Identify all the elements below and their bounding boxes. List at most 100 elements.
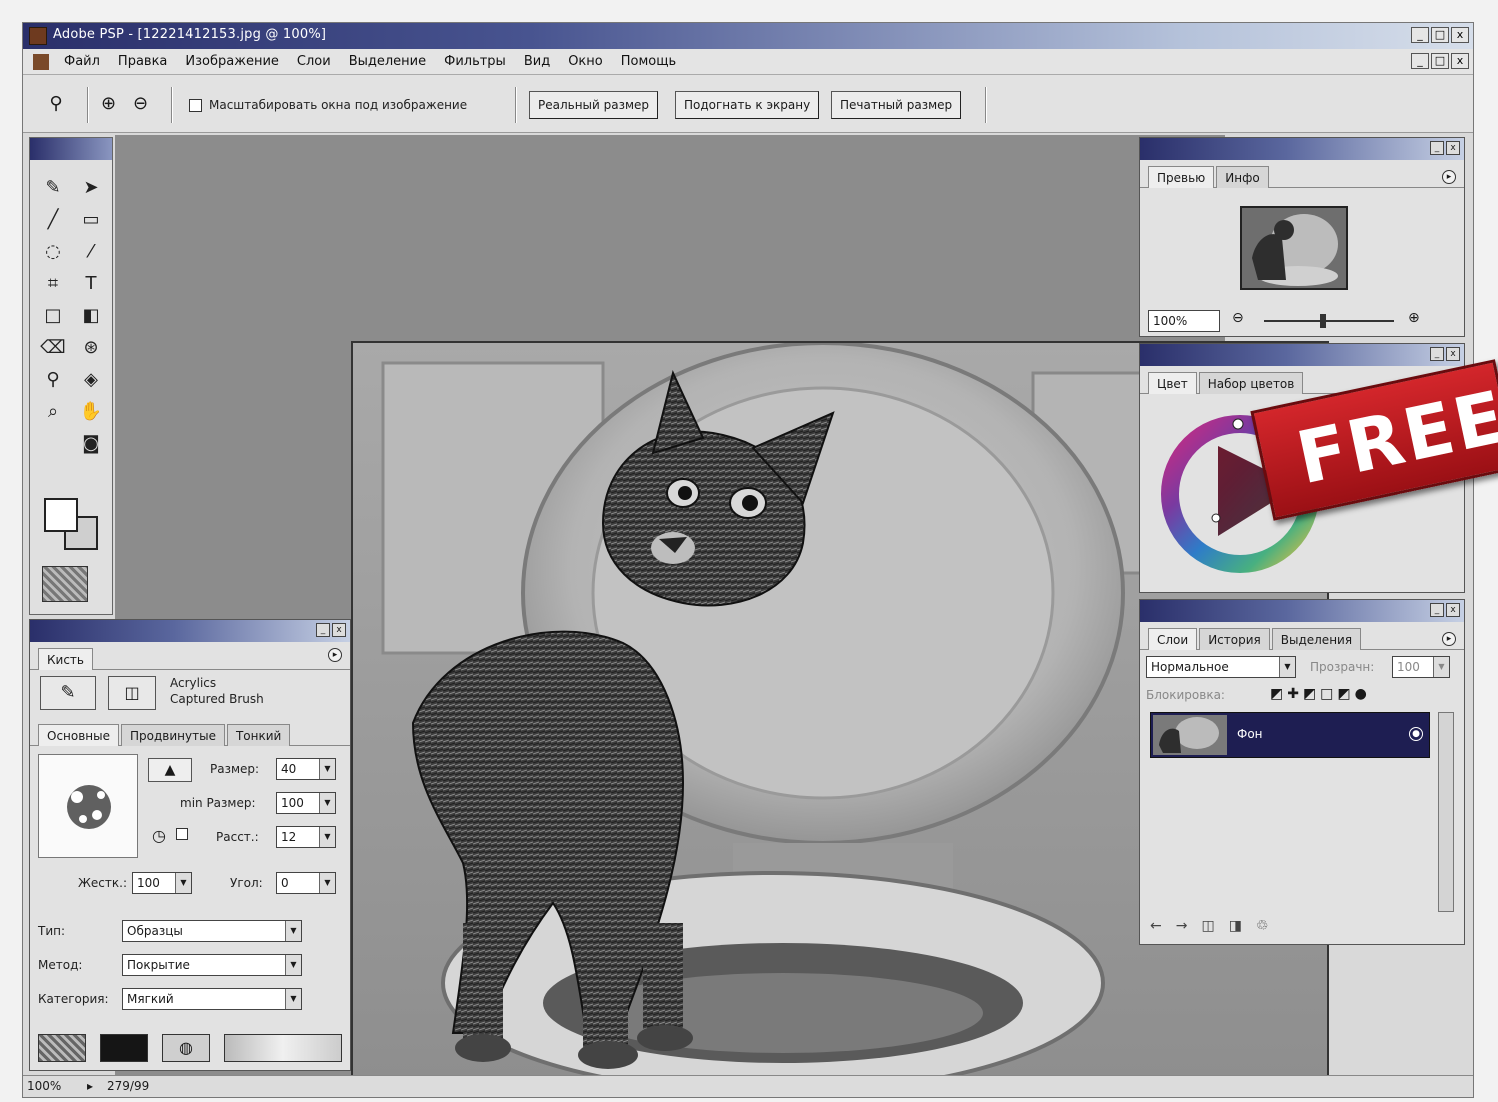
magic-wand-tool-icon[interactable]: ⁄ xyxy=(76,238,106,266)
gradient-tool-icon[interactable]: ◧ xyxy=(76,302,106,330)
zoom-in-icon[interactable]: ⊕ xyxy=(1408,310,1420,326)
menu-layers[interactable]: Слои xyxy=(288,54,340,69)
chevron-down-icon[interactable]: ▼ xyxy=(175,873,191,893)
panel-menu-icon[interactable]: ▸ xyxy=(1442,632,1456,646)
color-swatches[interactable] xyxy=(44,498,100,554)
move-tool-icon[interactable]: ➤ xyxy=(76,174,106,202)
zoom-in-icon[interactable]: ⊕ xyxy=(101,93,116,114)
spacing-field[interactable]: 12 ▼ xyxy=(276,826,336,848)
layer-visibility-icon[interactable]: ● xyxy=(1409,727,1423,741)
doc-minimize-button[interactable]: _ xyxy=(1411,53,1429,69)
eyedropper-tool-icon[interactable]: ⚲ xyxy=(38,366,68,394)
minimize-button[interactable]: _ xyxy=(1411,27,1429,43)
opacity-field[interactable]: 100 ▼ xyxy=(1392,656,1450,678)
min-size-field[interactable]: 100 ▼ xyxy=(276,792,336,814)
zoom-slider-track[interactable] xyxy=(1264,320,1394,322)
panel-menu-icon[interactable]: ▸ xyxy=(328,648,342,662)
eraser-tool-icon[interactable]: ⌫ xyxy=(38,334,68,362)
rect-select-tool-icon[interactable]: ▭ xyxy=(76,206,106,234)
status-arrow-icon[interactable]: ▸ xyxy=(87,1079,93,1093)
panel-close-button[interactable]: x xyxy=(1446,141,1460,155)
angle-field[interactable]: 0 ▼ xyxy=(276,872,336,894)
brush-preset-icon[interactable]: ✎ xyxy=(40,676,96,710)
texture-swatch-icon[interactable]: ◍ xyxy=(162,1034,210,1062)
method-select[interactable]: Покрытие ▼ xyxy=(122,954,302,976)
menu-edit[interactable]: Правка xyxy=(109,54,176,69)
lasso-tool-icon[interactable]: ◌ xyxy=(38,238,68,266)
brush-shape-icon[interactable]: ▲ xyxy=(148,758,192,782)
chevron-down-icon[interactable]: ▼ xyxy=(319,827,335,847)
layer-actions-icons[interactable]: ←→◫◨♲ xyxy=(1150,918,1282,934)
menu-select[interactable]: Выделение xyxy=(340,54,435,69)
tab-basic[interactable]: Основные xyxy=(38,724,120,746)
doc-restore-button[interactable]: □ xyxy=(1431,53,1449,69)
menu-file[interactable]: Файл xyxy=(55,54,109,69)
toolbox-title-bar[interactable] xyxy=(30,138,112,160)
zoom-out-icon[interactable]: ⊖ xyxy=(1232,310,1244,326)
print-size-button[interactable]: Печатный размер xyxy=(831,91,962,119)
actual-pixels-button[interactable]: Реальный размер xyxy=(529,91,659,119)
tab-preview[interactable]: Превью xyxy=(1148,166,1215,188)
zoom-tool-icon[interactable]: ⌕ xyxy=(38,398,68,426)
tab-layers[interactable]: Слои xyxy=(1148,628,1198,650)
navigator-zoom-field[interactable]: 100% xyxy=(1148,310,1220,332)
shape-tool-icon[interactable]: □ xyxy=(38,302,68,330)
chevron-down-icon[interactable]: ▼ xyxy=(319,873,335,893)
tab-swatches[interactable]: Набор цветов xyxy=(1198,372,1304,394)
text-tool-icon[interactable]: T xyxy=(76,270,106,298)
brushes-panel-title-bar[interactable]: _ x xyxy=(30,620,350,642)
tab-fine[interactable]: Тонкий xyxy=(226,724,291,746)
line-tool-icon[interactable]: ╱ xyxy=(38,206,68,234)
zoom-out-icon[interactable]: ⊖ xyxy=(133,93,148,114)
color-swatch[interactable] xyxy=(100,1034,148,1062)
resize-windows-checkbox[interactable] xyxy=(189,99,202,112)
tab-advanced[interactable]: Продвинутые xyxy=(121,724,225,746)
chevron-down-icon[interactable]: ▼ xyxy=(1433,657,1449,677)
panel-minimize-button[interactable]: _ xyxy=(1430,141,1444,155)
lock-options-icons[interactable]: ◩✚◩□◩● xyxy=(1270,686,1371,702)
clone-tool-icon[interactable]: ⊛ xyxy=(76,334,106,362)
menu-filters[interactable]: Фильтры xyxy=(435,54,515,69)
layers-scrollbar[interactable] xyxy=(1438,712,1454,912)
panel-minimize-button[interactable]: _ xyxy=(316,623,330,637)
chevron-down-icon[interactable]: ▼ xyxy=(319,793,335,813)
tab-brush[interactable]: Кисть xyxy=(38,648,93,670)
layer-row[interactable]: Фон ● xyxy=(1150,712,1430,758)
blend-mode-select[interactable]: Нормальное ▼ xyxy=(1146,656,1296,678)
foreground-color-swatch[interactable] xyxy=(44,498,78,532)
layers-title-bar[interactable]: _ x xyxy=(1140,600,1464,622)
panel-menu-icon[interactable]: ▸ xyxy=(1442,170,1456,184)
hand-tool-icon[interactable]: ✋ xyxy=(76,398,106,426)
pattern-swatch[interactable] xyxy=(38,1034,86,1062)
chevron-down-icon[interactable]: ▼ xyxy=(1279,657,1295,677)
type-select[interactable]: Образцы ▼ xyxy=(122,920,302,942)
pattern-swatch[interactable] xyxy=(42,566,88,602)
tab-info[interactable]: Инфо xyxy=(1216,166,1269,188)
tab-color[interactable]: Цвет xyxy=(1148,372,1197,394)
navigator-title-bar[interactable]: _ x xyxy=(1140,138,1464,160)
zoom-tool-icon[interactable]: ⚲ xyxy=(43,93,69,119)
brush-tool-icon[interactable]: ✎ xyxy=(38,174,68,202)
crop-tool-icon[interactable]: ⌗ xyxy=(38,270,68,298)
color-title-bar[interactable]: _ x xyxy=(1140,344,1464,366)
menu-help[interactable]: Помощь xyxy=(612,54,685,69)
tab-selections[interactable]: Выделения xyxy=(1271,628,1362,650)
panel-close-button[interactable]: x xyxy=(332,623,346,637)
chevron-down-icon[interactable]: ▼ xyxy=(285,955,301,975)
chevron-down-icon[interactable]: ▼ xyxy=(319,759,335,779)
panel-minimize-button[interactable]: _ xyxy=(1430,347,1444,361)
chevron-down-icon[interactable]: ▼ xyxy=(285,921,301,941)
brush-variant-icon[interactable]: ◫ xyxy=(108,676,156,710)
navigator-thumbnail[interactable] xyxy=(1240,206,1348,290)
close-button[interactable]: x xyxy=(1451,27,1469,43)
fill-tool-icon[interactable]: ◈ xyxy=(76,366,106,394)
category-select[interactable]: Мягкий ▼ xyxy=(122,988,302,1010)
jitter-checkbox[interactable] xyxy=(176,828,188,840)
restore-button[interactable]: □ xyxy=(1431,27,1449,43)
menu-window[interactable]: Окно xyxy=(559,54,612,69)
gradient-swatch[interactable] xyxy=(224,1034,342,1062)
menu-view[interactable]: Вид xyxy=(515,54,559,69)
title-bar[interactable]: Adobe PSP - [12221412153.jpg @ 100%] _ □… xyxy=(23,23,1473,49)
hardness-field[interactable]: 100 ▼ xyxy=(132,872,192,894)
panel-close-button[interactable]: x xyxy=(1446,603,1460,617)
